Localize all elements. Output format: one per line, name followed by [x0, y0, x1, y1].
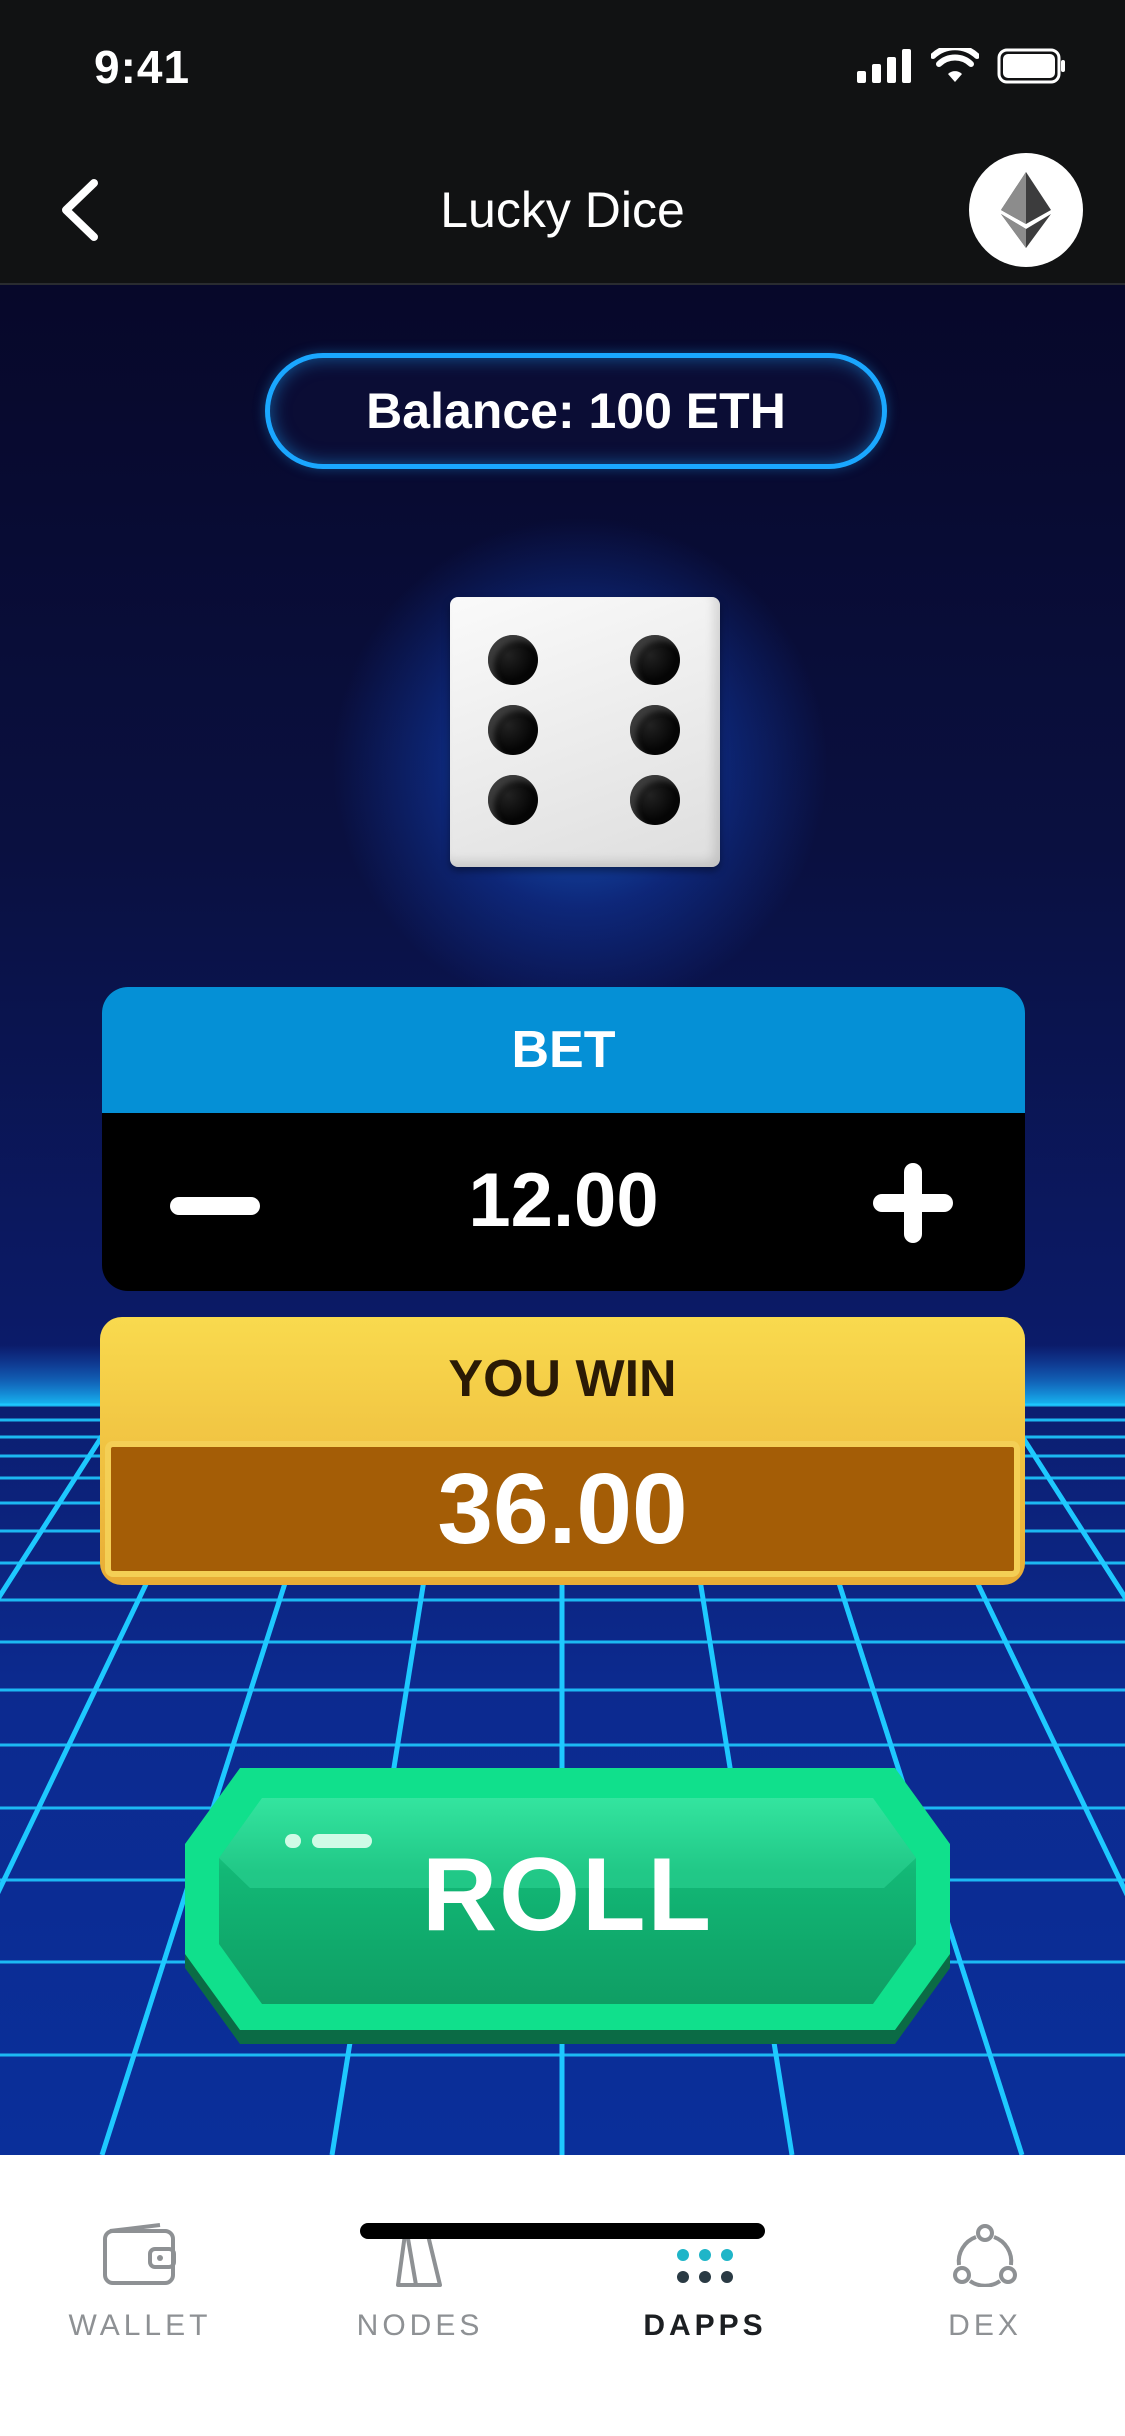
dice-pip [488, 775, 538, 825]
dice-pip [630, 775, 680, 825]
dice-pip [630, 705, 680, 755]
dice [450, 597, 720, 867]
tab-label: DAPPS [643, 2309, 767, 2342]
status-icons [857, 48, 1067, 84]
tab-label: DEX [948, 2309, 1022, 2342]
ethereum-button[interactable] [969, 153, 1083, 267]
tab-wallet[interactable]: WALLET [40, 2215, 240, 2343]
win-header: YOU WIN [448, 1350, 677, 1408]
home-indicator [360, 2223, 765, 2239]
dex-icon [885, 2215, 1085, 2295]
nav-bar: Lucky Dice [0, 135, 1125, 285]
ethereum-icon [1001, 172, 1051, 248]
wifi-icon [931, 48, 979, 82]
tab-label: WALLET [68, 2309, 212, 2342]
roll-label: ROLL [421, 1837, 714, 1953]
win-value: 36.00 [105, 1441, 1020, 1577]
dice-pip [630, 635, 680, 685]
balance-display: Balance: 100 ETH [265, 353, 887, 469]
dice-pip [488, 705, 538, 755]
increase-bet-button[interactable] [873, 1163, 953, 1243]
cellular-signal-icon [857, 49, 911, 83]
bet-stepper: 12.00 [102, 1113, 1025, 1291]
wallet-icon [40, 2215, 240, 2295]
bet-header: BET [102, 987, 1025, 1113]
battery-icon [997, 48, 1065, 84]
win-panel: YOU WIN 36.00 [100, 1317, 1025, 1585]
bet-panel: BET 12.00 [102, 987, 1025, 1291]
tab-bar: WALLET NODES DAPPS DEX [0, 2155, 1125, 2436]
status-bar: 9:41 [0, 0, 1125, 135]
status-time: 9:41 [94, 41, 191, 93]
page-title: Lucky Dice [440, 182, 685, 238]
dice-pip [488, 635, 538, 685]
tab-label: NODES [356, 2309, 484, 2342]
roll-button[interactable]: ROLL [180, 1768, 955, 2050]
game-area: Balance: 100 ETH BET 12.00 YOU WIN 36.00 [0, 285, 1125, 2155]
tab-dex[interactable]: DEX [885, 2215, 1085, 2343]
